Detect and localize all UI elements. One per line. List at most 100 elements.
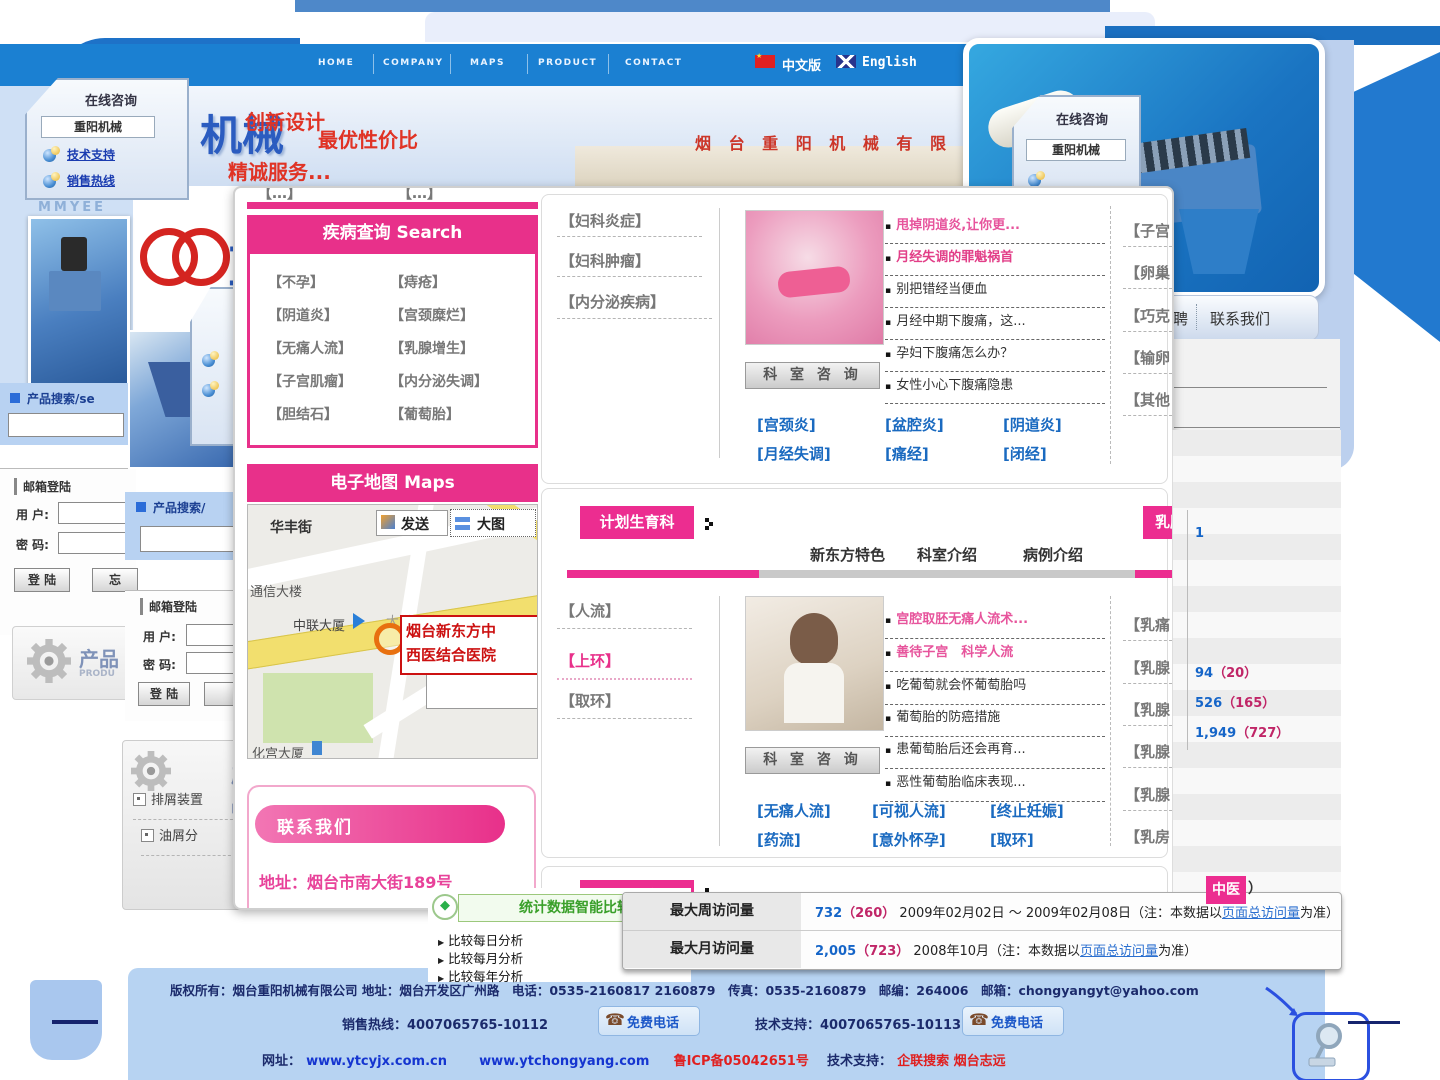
dept-consult-button[interactable]: 科 室 咨 询 [745,362,880,389]
right-tab-tcm[interactable]: 中医 [1206,876,1246,904]
disease-link[interactable]: 【不孕】 [268,272,324,292]
article-row[interactable]: ▪ 别把错经当便血 [885,278,1105,308]
right-column-item[interactable]: 【乳腺 [1125,784,1170,805]
nav-item-company[interactable]: COMPANY [383,58,444,68]
article-row[interactable]: ▪ 恶性葡萄胎临床表现... [885,771,1105,802]
compare-item-label[interactable]: 比较每月分析 [448,951,523,966]
nav-item-maps[interactable]: MAPS [470,58,505,68]
article-link[interactable]: 甩掉阴道炎,让你更... [896,218,1020,233]
tag-link[interactable]: [痛经] [885,443,929,464]
compare-item-label[interactable]: 比较每日分析 [448,933,523,948]
nav-item-product[interactable]: PRODUCT [538,58,597,68]
tag-link[interactable]: [阴道炎] [1003,414,1062,435]
section2-right-tab[interactable]: 乳腺 [1143,506,1174,539]
nav-item-home[interactable]: HOME [318,58,354,68]
lang-chinese-link[interactable]: 中文版 [782,55,821,74]
right-column-item[interactable]: 【乳痛 [1125,614,1170,635]
tag-link[interactable]: [取环] [990,829,1034,850]
article-link[interactable]: 患葡萄胎后还会再育... [896,742,1025,757]
product-tree-item-2[interactable]: 油屑分 [159,825,198,844]
footer-url-2[interactable]: www.ytchongyang.com [479,1054,649,1069]
nav-contact-us[interactable]: 联系我们 [1210,308,1270,329]
disease-link[interactable]: 【痔疮】 [390,272,446,292]
lang-english-link[interactable]: English [862,55,917,70]
dept-consult-button[interactable]: 科 室 咨 询 [745,747,880,774]
disease-link[interactable]: 【子宫肌瘤】 [268,371,352,391]
disease-link[interactable]: 【胆结石】 [268,404,338,424]
right-column-item[interactable]: 【输卵 [1125,347,1170,368]
article-row[interactable]: ▪ 月经失调的罪魁祸首 [885,246,1105,276]
article-row[interactable]: ▪ 善待子宫 科学人流 [885,641,1105,672]
free-call-button-2[interactable]: ☎ 免费电话 [962,1006,1064,1036]
disease-link[interactable]: 【葡萄胎】 [390,404,460,424]
footer-support2-names[interactable]: 企联搜索 烟台志远 [897,1054,1006,1069]
map-bigview-button[interactable]: 大图 [450,509,536,537]
category-link[interactable]: 【取环】 [560,690,620,711]
article-row[interactable]: ▪ 宫腔取胚无痛人流术... [885,608,1105,639]
subtab-dept-intro[interactable]: 科室介绍 [917,544,977,565]
stat-link[interactable]: 页面总访问量 [1222,906,1300,921]
category-link[interactable]: 【妇科肿瘤】 [560,250,650,271]
tag-link[interactable]: [药流] [757,829,801,850]
article-row[interactable]: ▪ 孕妇下腹痛怎么办？ [885,342,1105,372]
compare-item-label[interactable]: 比较每年分析 [448,969,523,984]
footer-url-1[interactable]: www.ytcyjx.com.cn [306,1054,447,1069]
tech-support-link[interactable]: 技术支持 [67,146,115,163]
tag-link[interactable]: [月经失调] [757,443,831,464]
compare-item-monthly[interactable]: ▶ 比较每月分析 [438,948,523,967]
category-link-active[interactable]: 【上环】 [560,650,620,671]
disease-link[interactable]: 【无痛人流】 [268,338,352,358]
right-column-item[interactable]: 【巧克 [1125,305,1170,326]
footer-icp-number[interactable]: 鲁ICP备05042651号 [674,1054,809,1069]
compare-item-daily[interactable]: ▶ 比较每日分析 [438,930,523,949]
nav-item-contact[interactable]: CONTACT [625,58,682,68]
article-link[interactable]: 善待子宫 科学人流 [896,645,1013,660]
product-search-input-2[interactable] [140,526,246,552]
tag-link[interactable]: [意外怀孕] [872,829,946,850]
article-link[interactable]: 葡萄胎的防癌措施 [896,710,1000,725]
tag-link[interactable]: [闭经] [1003,443,1047,464]
subtab-feature[interactable]: 新东方特色 [810,544,885,565]
right-column-item[interactable]: 【乳腺 [1125,657,1170,678]
mail-login-button-1[interactable]: 登 陆 [14,568,70,592]
mail-forgot-button-1[interactable]: 忘 [92,568,138,592]
article-link[interactable]: 恶性葡萄胎临床表现... [896,775,1025,790]
tag-link[interactable]: [终止妊娠] [990,800,1064,821]
sales-hotline-link[interactable]: 销售热线 [67,172,115,189]
article-link[interactable]: 月经中期下腹痛，这... [896,314,1025,329]
stat-link[interactable]: 页面总访问量 [1080,944,1158,959]
product-search-input-1[interactable] [8,413,124,437]
mail-login-button-2[interactable]: 登 陆 [138,682,190,706]
tag-link[interactable]: [盆腔炎] [885,414,944,435]
article-row[interactable]: ▪ 吃葡萄就会怀葡萄胎吗 [885,674,1105,705]
article-row[interactable]: ▪ 月经中期下腹痛，这... [885,310,1105,340]
right-column-item[interactable]: 【子宫 [1125,220,1170,241]
tag-link[interactable]: [宫颈炎] [757,414,816,435]
map-send-button[interactable]: 发送 [376,510,448,536]
article-link[interactable]: 宫腔取胚无痛人流术... [896,612,1028,627]
disease-link[interactable]: 【宫颈糜烂】 [390,305,474,325]
free-call-button-1[interactable]: ☎ 免费电话 [598,1006,700,1036]
right-column-item[interactable]: 【乳房 [1125,826,1170,847]
category-link[interactable]: 【人流】 [560,600,620,621]
right-column-item[interactable]: 【乳腺 [1125,741,1170,762]
disease-link[interactable]: 【乳腺增生】 [390,338,474,358]
article-link[interactable]: 月经失调的罪魁祸首 [896,250,1013,265]
category-link[interactable]: 【内分泌疾病】 [560,291,665,312]
product-tree-item-1[interactable]: 排屑装置 [151,789,203,808]
section2-tab[interactable]: 计划生育科 [580,506,694,539]
tag-link[interactable]: [无痛人流] [757,800,831,821]
tag-link[interactable]: [可视人流] [872,800,946,821]
article-link[interactable]: 别把错经当便血 [896,282,987,297]
nav-hire-fragment[interactable]: 聘 [1173,308,1188,329]
compare-item-yearly[interactable]: ▶ 比较每年分析 [438,966,523,985]
subtab-case-intro[interactable]: 病例介绍 [1023,544,1083,565]
disease-link[interactable]: 【内分泌失调】 [390,371,488,391]
right-column-item[interactable]: 【卵巢 [1125,262,1170,283]
map-box[interactable]: 发送 大图 华丰街 通信大楼 中联大厦 大洋宾馆 烟台新东方中 西医结合医院 化… [247,504,538,759]
article-link[interactable]: 吃葡萄就会怀葡萄胎吗 [896,678,1026,693]
article-row[interactable]: ▪ 葡萄胎的防癌措施 [885,706,1105,737]
article-link[interactable]: 女性小心下腹痛隐患 [896,378,1013,393]
article-link[interactable]: 孕妇下腹痛怎么办？ [896,346,1013,361]
category-link[interactable]: 【妇科炎症】 [560,210,650,231]
